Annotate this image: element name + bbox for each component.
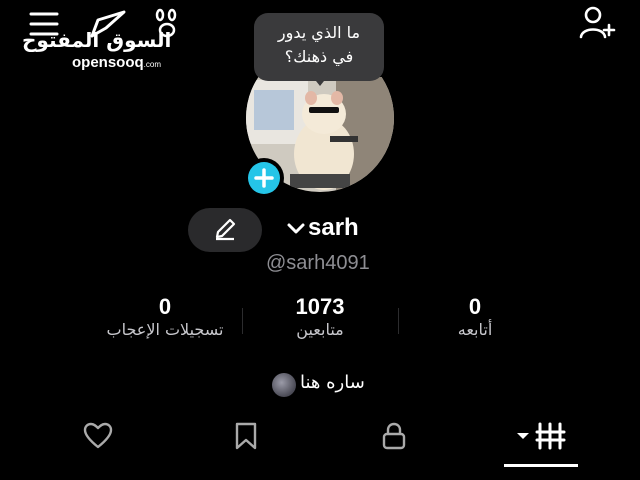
watermark-latin: opensooq.com — [72, 54, 162, 71]
stat-value: 0 — [468, 294, 482, 319]
grid-icon[interactable] — [514, 420, 570, 452]
stat-likes[interactable]: 0 تسجيلات الإعجاب — [100, 294, 230, 339]
add-user-icon[interactable] — [578, 4, 618, 42]
heart-icon[interactable] — [82, 420, 114, 452]
divider — [242, 308, 243, 334]
status-bubble[interactable]: ما الذي يدور في ذهنك؟ — [254, 13, 384, 81]
pencil-icon — [215, 218, 236, 241]
bio-text: ساره هنا — [300, 372, 365, 393]
stat-label: أتابعه — [457, 320, 493, 339]
handle: @sarh4091 — [266, 252, 370, 274]
lock-icon[interactable] — [378, 420, 410, 452]
stat-followers[interactable]: 1073 متابعين — [270, 294, 370, 339]
stat-following[interactable]: 0 أتابعه — [430, 294, 520, 339]
stat-label: متابعين — [296, 320, 344, 339]
edit-profile-button[interactable] — [188, 208, 262, 252]
stat-label: تسجيلات الإعجاب — [106, 320, 224, 339]
watermark-arabic: السوق المفتوح — [22, 28, 172, 52]
bubble-tail — [312, 76, 328, 86]
username[interactable]: sarh — [308, 214, 359, 242]
stat-value: 0 — [158, 294, 172, 319]
active-tab-indicator — [504, 464, 578, 467]
stat-value: 1073 — [295, 294, 345, 319]
moon-emoji-icon — [272, 373, 296, 397]
bookmark-icon[interactable] — [230, 420, 262, 452]
bubble-text: ما الذي يدور في ذهنك؟ — [277, 23, 361, 66]
plus-icon — [254, 168, 274, 188]
divider — [398, 308, 399, 334]
chevron-down-icon[interactable] — [286, 222, 306, 236]
add-story-button[interactable] — [244, 158, 284, 198]
